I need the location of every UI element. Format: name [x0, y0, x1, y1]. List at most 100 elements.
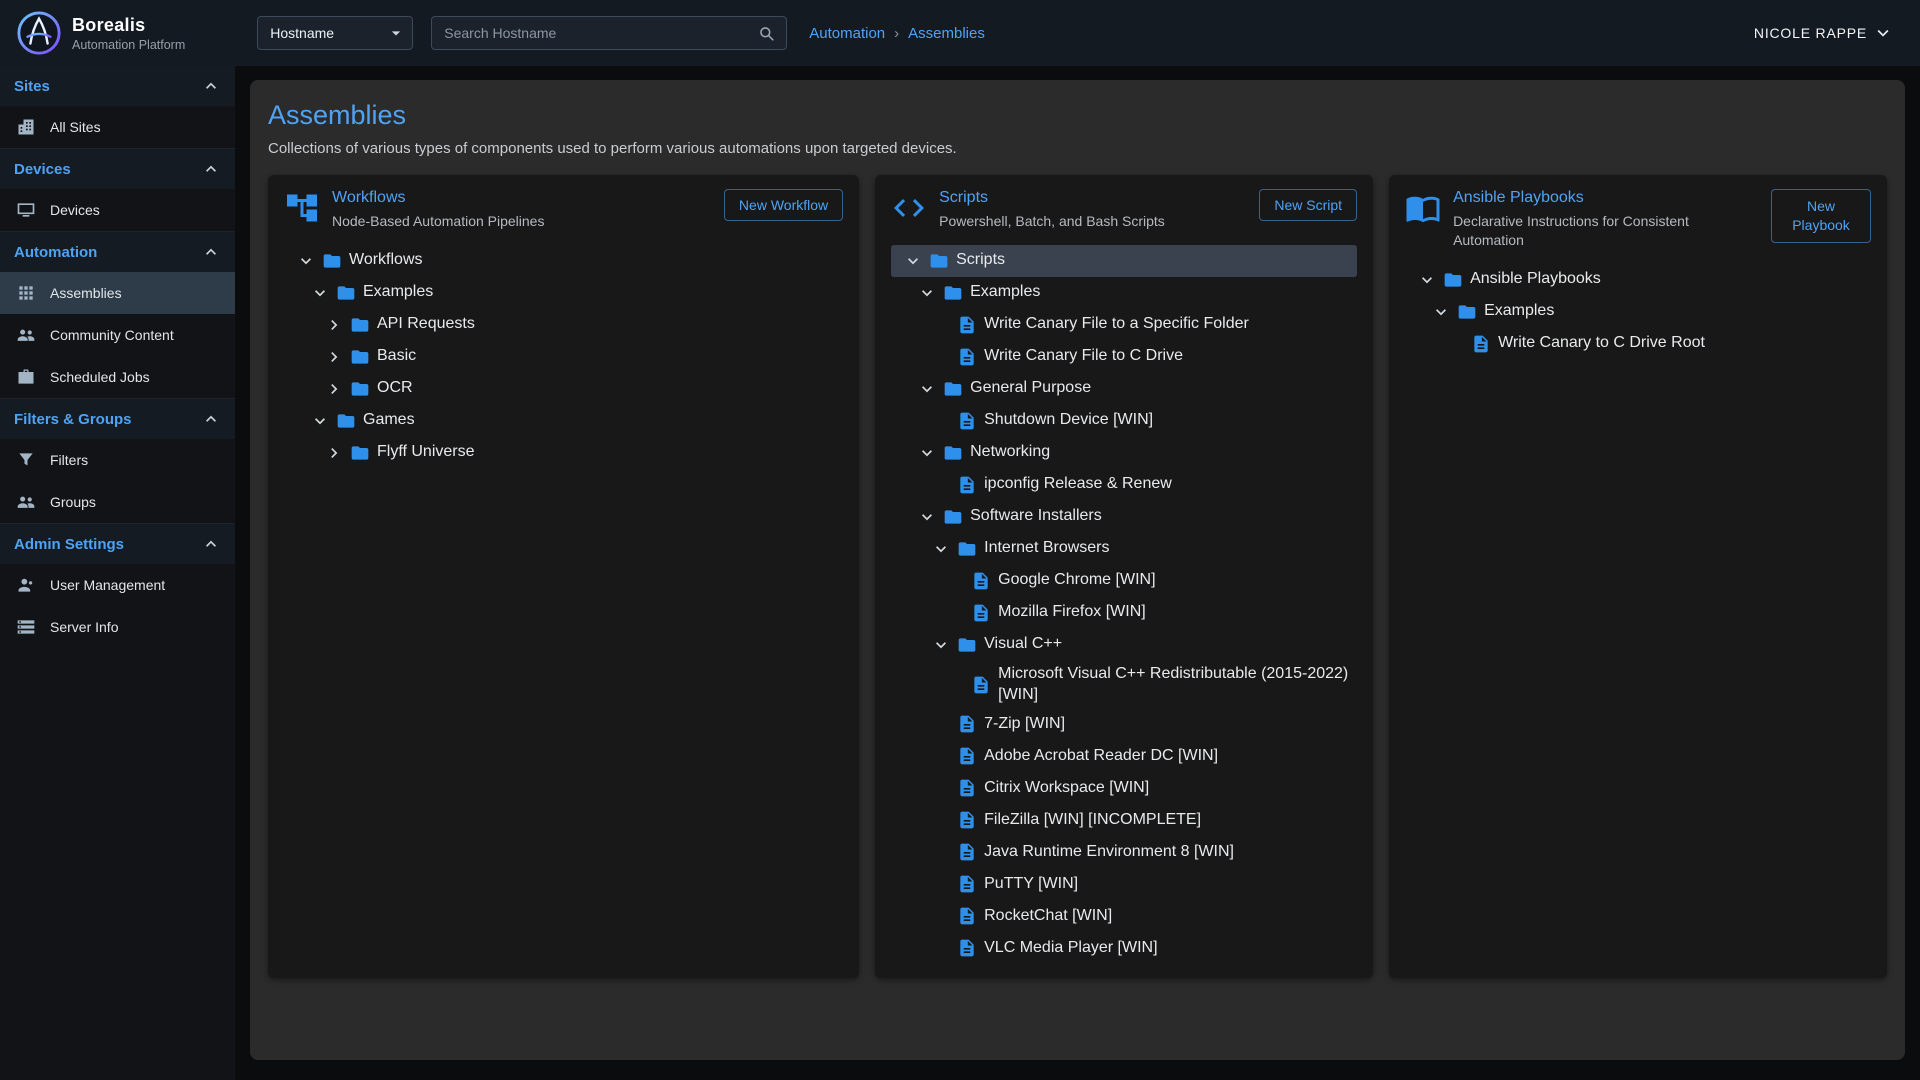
tree-file-filezilla-win-incomplete[interactable]: FileZilla [WIN] [INCOMPLETE]: [891, 804, 1357, 836]
sidebar-item-all-sites[interactable]: All Sites: [0, 106, 235, 148]
workflow-icon: [284, 190, 320, 226]
sidebar-section-automation[interactable]: Automation: [0, 232, 235, 272]
chevron-down-icon[interactable]: [931, 635, 957, 655]
tree-file-write-canary-to-c-drive-root[interactable]: Write Canary to C Drive Root: [1405, 328, 1871, 360]
chevron-right-icon[interactable]: [324, 315, 350, 335]
tree-file-ipconfig-release-renew[interactable]: ipconfig Release & Renew: [891, 469, 1357, 501]
tree-folder-scripts[interactable]: Scripts: [891, 245, 1357, 277]
breadcrumb-item-assemblies[interactable]: Assemblies: [908, 25, 985, 42]
sidebar-item-scheduled-jobs[interactable]: Scheduled Jobs: [0, 356, 235, 398]
folder-icon: [336, 411, 356, 431]
folder-icon: [943, 443, 963, 463]
tree-folder-software-installers[interactable]: Software Installers: [891, 501, 1357, 533]
borealis-logo: [16, 10, 62, 56]
community-content-icon: [16, 325, 36, 345]
tree-folder-networking[interactable]: Networking: [891, 437, 1357, 469]
chevron-down-icon[interactable]: [1431, 302, 1457, 322]
sidebar-section-devices[interactable]: Devices: [0, 149, 235, 189]
sidebar-item-label: Assemblies: [50, 285, 122, 301]
tree-file-write-canary-file-to-c-drive[interactable]: Write Canary File to C Drive: [891, 341, 1357, 373]
tree-file-write-canary-file-to-a-specific-folder[interactable]: Write Canary File to a Specific Folder: [891, 309, 1357, 341]
tree-file-java-runtime-environment-8-win[interactable]: Java Runtime Environment 8 [WIN]: [891, 836, 1357, 868]
tree-item-label: Software Installers: [970, 503, 1102, 530]
folder-icon: [957, 635, 977, 655]
tree-item-label: Examples: [970, 279, 1040, 306]
new-workflows-button[interactable]: New Workflow: [724, 189, 843, 221]
tree-folder-basic[interactable]: Basic: [284, 341, 843, 373]
chevron-down-icon[interactable]: [310, 411, 336, 431]
sidebar-item-user-management[interactable]: User Management: [0, 564, 235, 606]
tree-folder-examples[interactable]: Examples: [891, 277, 1357, 309]
tree-file-microsoft-visual-c-redistributable-2015-2022-win[interactable]: Microsoft Visual C++ Redistributable (20…: [891, 661, 1357, 709]
chevron-right-icon[interactable]: [324, 379, 350, 399]
tree-folder-examples[interactable]: Examples: [1405, 296, 1871, 328]
code-icon: [891, 190, 927, 226]
folder-icon: [943, 379, 963, 399]
tree-folder-internet-browsers[interactable]: Internet Browsers: [891, 533, 1357, 565]
tree-file-citrix-workspace-win[interactable]: Citrix Workspace [WIN]: [891, 772, 1357, 804]
tree-folder-workflows[interactable]: Workflows: [284, 245, 843, 277]
sidebar-item-label: Server Info: [50, 619, 118, 635]
card-title: Ansible Playbooks: [1453, 189, 1759, 207]
workflows-card: Workflows Node-Based Automation Pipeline…: [268, 175, 859, 978]
file-icon: [957, 842, 977, 862]
tree-folder-visual-c[interactable]: Visual C++: [891, 629, 1357, 661]
folder-icon: [322, 251, 342, 271]
tree-file-7-zip-win[interactable]: 7-Zip [WIN]: [891, 708, 1357, 740]
sidebar-section-filters-groups[interactable]: Filters & Groups: [0, 399, 235, 439]
sidebar-item-server-info[interactable]: Server Info: [0, 606, 235, 648]
sidebar-section-label: Devices: [14, 161, 71, 178]
new-ansible-playbooks-button[interactable]: New Playbook: [1771, 189, 1871, 243]
chevron-down-icon[interactable]: [917, 507, 943, 527]
tree-folder-ansible-playbooks[interactable]: Ansible Playbooks: [1405, 264, 1871, 296]
breadcrumb-item-automation[interactable]: Automation: [809, 25, 885, 42]
sidebar-item-groups[interactable]: Groups: [0, 481, 235, 523]
tree-file-mozilla-firefox-win[interactable]: Mozilla Firefox [WIN]: [891, 597, 1357, 629]
tree-file-rocketchat-win[interactable]: RocketChat [WIN]: [891, 900, 1357, 932]
hostname-select[interactable]: Hostname: [257, 16, 413, 50]
tree-file-vlc-media-player-win[interactable]: VLC Media Player [WIN]: [891, 932, 1357, 964]
chevron-right-icon[interactable]: [324, 443, 350, 463]
tree-file-putty-win[interactable]: PuTTY [WIN]: [891, 868, 1357, 900]
user-menu[interactable]: NICOLE RAPPE: [1754, 22, 1894, 44]
chevron-down-icon[interactable]: [917, 379, 943, 399]
topbar: Borealis Automation Platform Hostname Au…: [0, 0, 1920, 66]
tree-folder-api-requests[interactable]: API Requests: [284, 309, 843, 341]
tree-file-shutdown-device-win[interactable]: Shutdown Device [WIN]: [891, 405, 1357, 437]
file-icon: [957, 810, 977, 830]
sidebar-section-sites[interactable]: Sites: [0, 66, 235, 106]
tree-item-label: Flyff Universe: [377, 439, 475, 466]
chevron-down-icon[interactable]: [310, 283, 336, 303]
breadcrumb: Automation›Assemblies: [809, 25, 985, 42]
sidebar-item-community-content[interactable]: Community Content: [0, 314, 235, 356]
sidebar-item-devices[interactable]: Devices: [0, 189, 235, 231]
chevron-down-icon[interactable]: [917, 443, 943, 463]
sidebar-section-label: Sites: [14, 78, 50, 95]
scheduled-jobs-icon: [16, 367, 36, 387]
chevron-down-icon[interactable]: [931, 539, 957, 559]
chevron-down-icon[interactable]: [1417, 270, 1443, 290]
chevron-down-icon[interactable]: [903, 251, 929, 271]
tree-item-label: Shutdown Device [WIN]: [984, 407, 1153, 434]
tree-folder-general-purpose[interactable]: General Purpose: [891, 373, 1357, 405]
search-input[interactable]: [444, 25, 757, 41]
tree-file-adobe-acrobat-reader-dc-win[interactable]: Adobe Acrobat Reader DC [WIN]: [891, 740, 1357, 772]
chevron-down-icon[interactable]: [296, 251, 322, 271]
new-scripts-button[interactable]: New Script: [1259, 189, 1357, 221]
tree-file-google-chrome-win[interactable]: Google Chrome [WIN]: [891, 565, 1357, 597]
tree-item-label: RocketChat [WIN]: [984, 903, 1112, 930]
chevron-right-icon[interactable]: [324, 347, 350, 367]
tree-folder-examples[interactable]: Examples: [284, 277, 843, 309]
tree-folder-ocr[interactable]: OCR: [284, 373, 843, 405]
tree-item-label: Scripts: [956, 247, 1005, 274]
chevron-down-icon[interactable]: [917, 283, 943, 303]
folder-icon: [350, 443, 370, 463]
sidebar-item-assemblies[interactable]: Assemblies: [0, 272, 235, 314]
tree-folder-flyff-universe[interactable]: Flyff Universe: [284, 437, 843, 469]
sidebar-section-admin-settings[interactable]: Admin Settings: [0, 524, 235, 564]
tree-folder-games[interactable]: Games: [284, 405, 843, 437]
tree-item-label: Microsoft Visual C++ Redistributable (20…: [998, 661, 1357, 709]
sidebar-item-filters[interactable]: Filters: [0, 439, 235, 481]
tree-item-label: Networking: [970, 439, 1050, 466]
brand-subtitle: Automation Platform: [72, 38, 185, 52]
